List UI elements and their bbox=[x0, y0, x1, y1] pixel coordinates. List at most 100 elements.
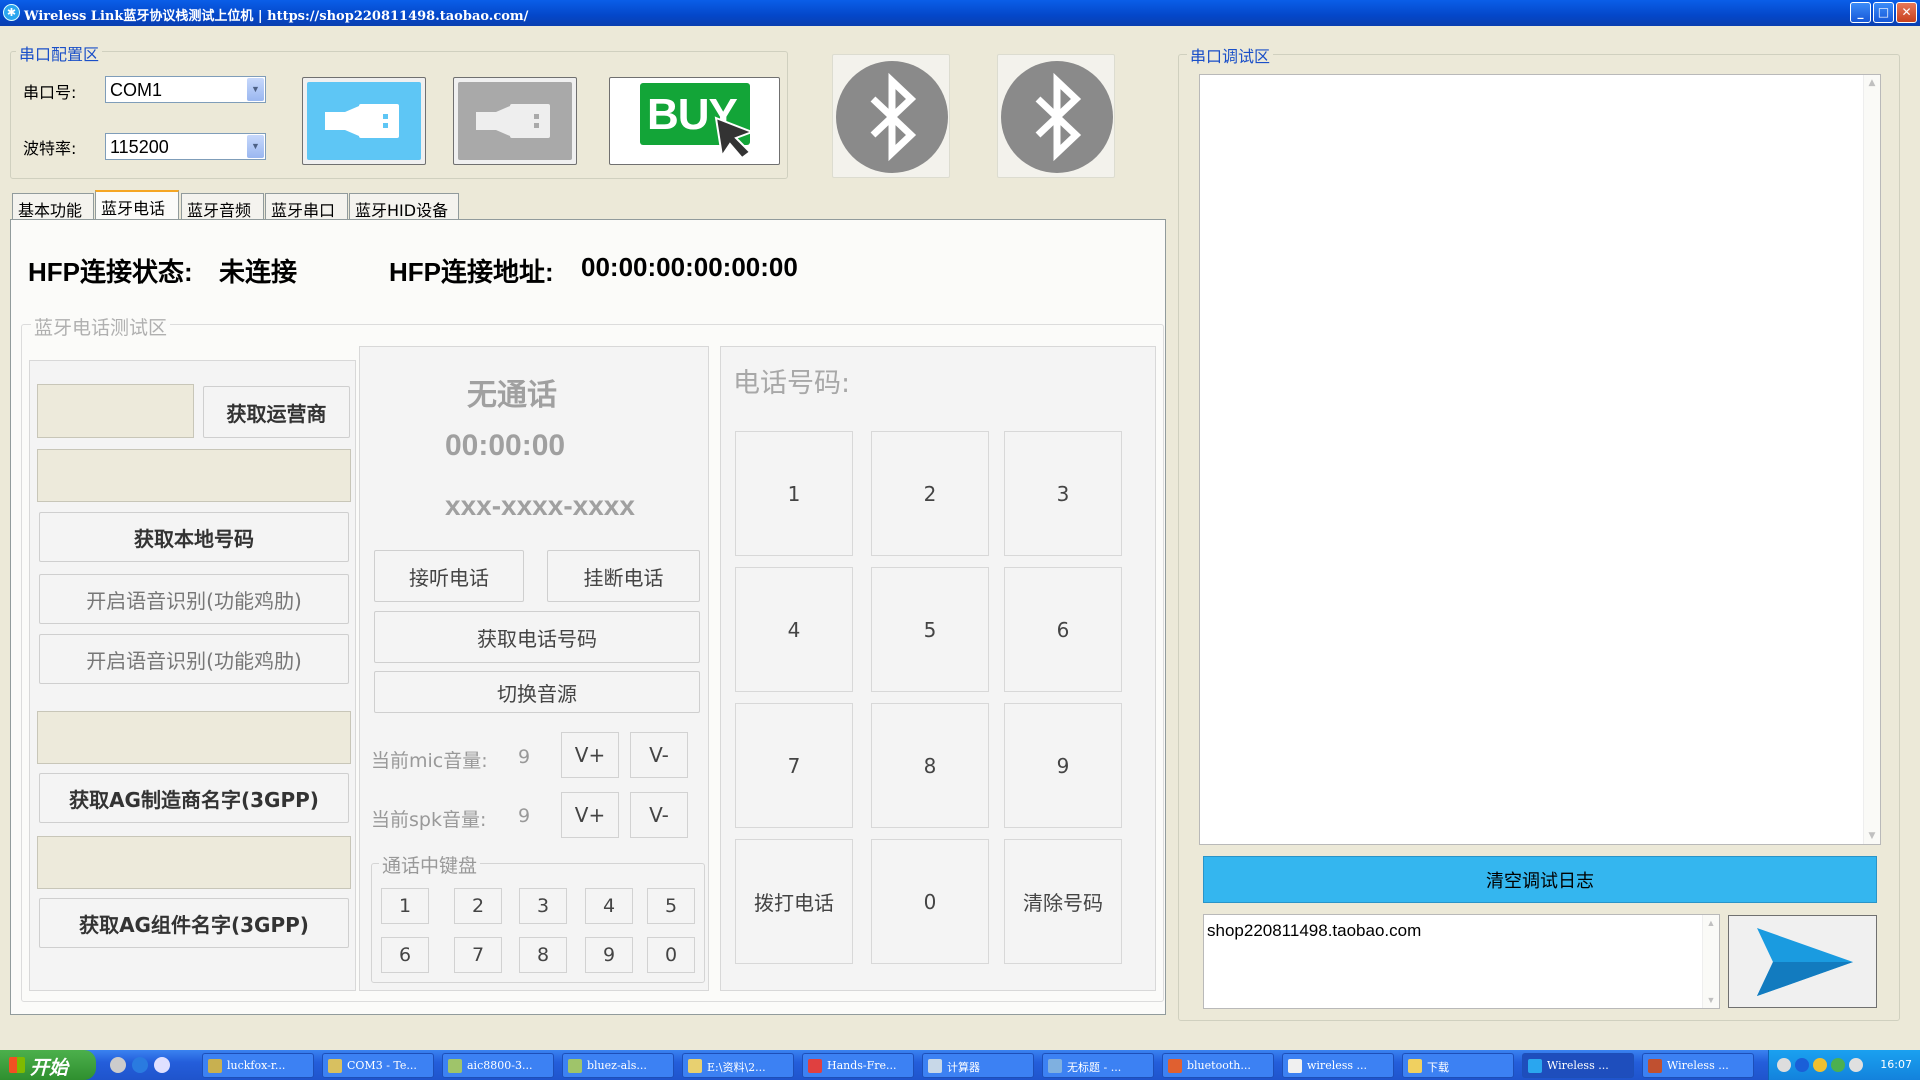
scroll-down-icon[interactable]: ▼ bbox=[1703, 992, 1719, 1008]
voice-recognition-button-2[interactable]: 开启语音识别(功能鸡肋) bbox=[39, 634, 349, 684]
in-call-key-1[interactable]: 1 bbox=[381, 888, 429, 924]
task-app-icon bbox=[568, 1059, 582, 1073]
send-input[interactable]: shop220811498.taobao.com ▲ ▼ bbox=[1203, 914, 1720, 1009]
in-call-key-3[interactable]: 3 bbox=[519, 888, 567, 924]
baud-value: 115200 bbox=[110, 137, 169, 157]
dial-key-5[interactable]: 5 bbox=[871, 567, 989, 692]
get-local-number-button[interactable]: 获取本地号码 bbox=[39, 512, 349, 562]
taskbar-item-2[interactable]: COM3 - Te... bbox=[322, 1053, 434, 1078]
security-icon[interactable] bbox=[1831, 1058, 1845, 1072]
taskbar-item-3[interactable]: aic8800-3... bbox=[442, 1053, 554, 1078]
task-label: bluetooth... bbox=[1187, 1059, 1251, 1072]
answer-call-button[interactable]: 接听电话 bbox=[374, 550, 524, 602]
spk-volume-down-button[interactable]: V- bbox=[630, 792, 688, 838]
minimize-button[interactable]: _ bbox=[1850, 2, 1871, 23]
clock: 16:07 bbox=[1880, 1058, 1912, 1071]
in-call-key-7[interactable]: 7 bbox=[454, 937, 502, 973]
task-app-icon bbox=[1168, 1059, 1182, 1073]
in-call-key-0[interactable]: 0 bbox=[647, 937, 695, 973]
dial-key-8[interactable]: 8 bbox=[871, 703, 989, 828]
debug-log[interactable]: ▲ ▼ bbox=[1199, 74, 1881, 845]
dial-key-0[interactable]: 0 bbox=[871, 839, 989, 964]
connect-usb-button[interactable] bbox=[302, 77, 426, 165]
in-call-key-6[interactable]: 6 bbox=[381, 937, 429, 973]
task-app-icon bbox=[1048, 1059, 1062, 1073]
task-label: Wireless ... bbox=[1547, 1059, 1609, 1072]
hfp-status-label: HFP连接状态: bbox=[28, 257, 193, 287]
log-scrollbar[interactable]: ▲ ▼ bbox=[1863, 75, 1880, 844]
chevron-down-icon[interactable]: ▼ bbox=[247, 135, 264, 158]
dial-key-7[interactable]: 7 bbox=[735, 703, 853, 828]
in-call-key-5[interactable]: 5 bbox=[647, 888, 695, 924]
network-icon[interactable] bbox=[1777, 1058, 1791, 1072]
mic-volume-down-button[interactable]: V- bbox=[630, 732, 688, 778]
in-call-key-4[interactable]: 4 bbox=[585, 888, 633, 924]
send-button[interactable] bbox=[1728, 915, 1877, 1008]
taskbar-item-7[interactable]: 计算器 bbox=[922, 1053, 1034, 1078]
operator-result-field bbox=[37, 449, 351, 502]
dial-key-9[interactable]: 9 bbox=[1004, 703, 1122, 828]
tab-bt-phone[interactable]: 蓝牙电话 bbox=[95, 190, 179, 220]
in-call-key-2[interactable]: 2 bbox=[454, 888, 502, 924]
close-button[interactable]: ✕ bbox=[1896, 2, 1917, 23]
taskbar-item-11[interactable]: 下载 bbox=[1402, 1053, 1514, 1078]
scroll-down-icon[interactable]: ▼ bbox=[1864, 828, 1880, 844]
hangup-call-button[interactable]: 挂断电话 bbox=[547, 550, 700, 602]
port-select[interactable]: COM1 ▼ bbox=[105, 76, 266, 103]
bluetooth-button-2[interactable] bbox=[997, 54, 1115, 178]
quicklaunch-icon-3[interactable] bbox=[154, 1057, 170, 1073]
task-label: luckfox-r... bbox=[227, 1059, 286, 1072]
switch-audio-button[interactable]: 切换音源 bbox=[374, 671, 700, 713]
qq-icon[interactable] bbox=[1813, 1058, 1827, 1072]
maximize-button[interactable]: □ bbox=[1873, 2, 1894, 23]
buy-button[interactable]: BUY bbox=[609, 77, 780, 165]
get-ag-manufacturer-button[interactable]: 获取AG制造商名字(3GPP) bbox=[39, 773, 349, 823]
dial-key-3[interactable]: 3 bbox=[1004, 431, 1122, 556]
baud-select[interactable]: 115200 ▼ bbox=[105, 133, 266, 160]
volume-icon[interactable] bbox=[1849, 1058, 1863, 1072]
spk-volume-up-button[interactable]: V+ bbox=[561, 792, 619, 838]
quicklaunch-icon-1[interactable] bbox=[110, 1057, 126, 1073]
tab-basic[interactable]: 基本功能 bbox=[12, 193, 94, 220]
tab-bt-hid[interactable]: 蓝牙HID设备 bbox=[349, 193, 459, 220]
scroll-up-icon[interactable]: ▲ bbox=[1703, 915, 1719, 931]
taskbar-item-13[interactable]: Wireless ... bbox=[1642, 1053, 1754, 1078]
scroll-up-icon[interactable]: ▲ bbox=[1864, 75, 1880, 91]
clear-number-button[interactable]: 清除号码 bbox=[1004, 839, 1122, 964]
dial-call-button[interactable]: 拨打电话 bbox=[735, 839, 853, 964]
input-scrollbar[interactable]: ▲ ▼ bbox=[1702, 915, 1719, 1008]
in-call-key-9[interactable]: 9 bbox=[585, 937, 633, 973]
taskbar-item-10[interactable]: wireless ... bbox=[1282, 1053, 1394, 1078]
mic-volume-value: 9 bbox=[518, 746, 531, 768]
taskbar-item-12[interactable]: Wireless ... bbox=[1522, 1053, 1634, 1078]
taskbar-item-5[interactable]: E:\资料\2... bbox=[682, 1053, 794, 1078]
start-button[interactable]: 开始 bbox=[0, 1050, 96, 1080]
disconnect-usb-button[interactable] bbox=[453, 77, 577, 165]
ag-manufacturer-field bbox=[37, 711, 351, 764]
taskbar-item-4[interactable]: bluez-als... bbox=[562, 1053, 674, 1078]
bluetooth-tray-icon[interactable] bbox=[1795, 1058, 1809, 1072]
voice-recognition-button-1[interactable]: 开启语音识别(功能鸡肋) bbox=[39, 574, 349, 624]
bluetooth-button-1[interactable] bbox=[832, 54, 950, 178]
clear-log-button[interactable]: 清空调试日志 bbox=[1203, 856, 1877, 903]
taskbar-item-8[interactable]: 无标题 - ... bbox=[1042, 1053, 1154, 1078]
dial-key-2[interactable]: 2 bbox=[871, 431, 989, 556]
dial-key-4[interactable]: 4 bbox=[735, 567, 853, 692]
tab-bt-serial[interactable]: 蓝牙串口 bbox=[265, 193, 348, 220]
hfp-address-value: 00:00:00:00:00:00 bbox=[581, 252, 798, 282]
task-app-icon bbox=[808, 1059, 822, 1073]
taskbar-item-6[interactable]: Hands-Fre... bbox=[802, 1053, 914, 1078]
taskbar-item-9[interactable]: bluetooth... bbox=[1162, 1053, 1274, 1078]
dial-key-1[interactable]: 1 bbox=[735, 431, 853, 556]
quicklaunch-icon-2[interactable] bbox=[132, 1057, 148, 1073]
tab-bt-audio[interactable]: 蓝牙音频 bbox=[181, 193, 264, 220]
spk-volume-label: 当前spk音量: bbox=[371, 809, 487, 831]
get-operator-button[interactable]: 获取运营商 bbox=[203, 386, 350, 438]
taskbar-item-1[interactable]: luckfox-r... bbox=[202, 1053, 314, 1078]
in-call-key-8[interactable]: 8 bbox=[519, 937, 567, 973]
mic-volume-up-button[interactable]: V+ bbox=[561, 732, 619, 778]
get-ag-component-button[interactable]: 获取AG组件名字(3GPP) bbox=[39, 898, 349, 948]
dial-key-6[interactable]: 6 bbox=[1004, 567, 1122, 692]
chevron-down-icon[interactable]: ▼ bbox=[247, 78, 264, 101]
get-phone-number-button[interactable]: 获取电话号码 bbox=[374, 611, 700, 663]
